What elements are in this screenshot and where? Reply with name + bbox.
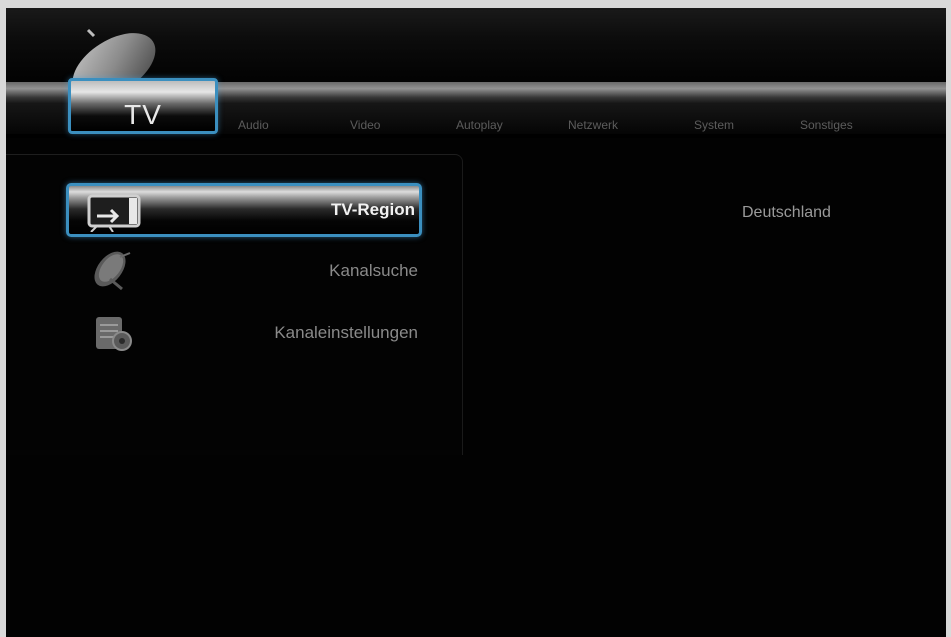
tv-region-icon xyxy=(87,194,141,232)
tab-video[interactable]: Video xyxy=(350,118,380,132)
tv-region-value: Deutschland xyxy=(742,204,831,221)
tab-autoplay[interactable]: Autoplay xyxy=(456,118,503,132)
menu-item-kanalsuche-label: Kanalsuche xyxy=(329,261,418,280)
tab-bar: Audio Video Autoplay Netzwerk System Son… xyxy=(220,118,940,138)
tv-settings-screen: TV Audio Video Autoplay Netzwerk System … xyxy=(6,8,946,637)
tab-sonstiges[interactable]: Sonstiges xyxy=(800,118,853,132)
tab-netzwerk[interactable]: Netzwerk xyxy=(568,118,618,132)
menu-item-kanaleinstellungen-label: Kanaleinstellungen xyxy=(274,323,418,342)
settings-menu-panel: TV-Region Kanalsuche Kanaleinstellungen xyxy=(6,154,463,455)
menu-item-kanaleinstellungen[interactable]: Kanaleinstellungen xyxy=(66,307,422,361)
tab-tv[interactable]: TV xyxy=(68,78,218,134)
channel-settings-icon xyxy=(96,317,132,351)
menu-item-tv-region[interactable]: TV-Region xyxy=(66,183,422,237)
tab-audio[interactable]: Audio xyxy=(238,118,269,132)
menu-item-kanalsuche[interactable]: Kanalsuche xyxy=(66,245,422,299)
satellite-dish-icon xyxy=(94,251,131,291)
menu-item-tv-region-label: TV-Region xyxy=(330,200,415,219)
tab-system[interactable]: System xyxy=(694,118,734,132)
tab-tv-label: TV xyxy=(124,99,162,130)
